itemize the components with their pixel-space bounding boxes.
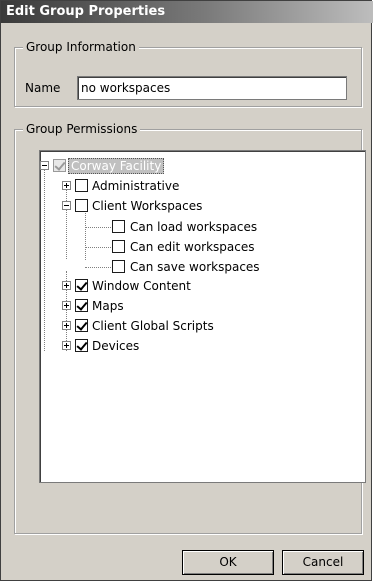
tree-guide-line (66, 185, 67, 259)
group-information-section: Group Information Name (14, 40, 362, 107)
collapse-icon[interactable] (62, 201, 71, 210)
tree-node-window-content[interactable]: Window Content (92, 279, 191, 293)
expand-icon[interactable] (62, 321, 71, 330)
tree-guide-line (44, 165, 45, 351)
maps-checkbox[interactable] (75, 299, 88, 312)
name-label: Name (25, 81, 61, 95)
expand-icon[interactable] (62, 341, 71, 350)
can-save-workspaces-checkbox[interactable] (112, 260, 125, 273)
expand-icon[interactable] (62, 181, 71, 190)
group-permissions-section: Group Permissions Corway Facility Admini… (14, 122, 366, 534)
tree-node-client-global-scripts[interactable]: Client Global Scripts (92, 319, 214, 333)
tree-node-corway-facility[interactable]: Corway Facility (68, 158, 165, 174)
tree-node-maps[interactable]: Maps (92, 299, 124, 313)
expand-icon[interactable] (62, 281, 71, 290)
cancel-button[interactable]: Cancel (282, 550, 364, 575)
expand-icon[interactable] (62, 301, 71, 310)
client-workspaces-checkbox[interactable] (75, 199, 88, 212)
edit-group-properties-dialog: Edit Group Properties Group Information … (0, 0, 373, 581)
root-checkbox[interactable] (53, 159, 66, 172)
tree-guide-line (85, 247, 111, 248)
tree-node-can-load-workspaces[interactable]: Can load workspaces (130, 220, 257, 234)
devices-checkbox[interactable] (75, 339, 88, 352)
tree-node-can-save-workspaces[interactable]: Can save workspaces (130, 260, 260, 274)
tree-node-can-edit-workspaces[interactable]: Can edit workspaces (130, 240, 255, 254)
tree-guide-line (85, 267, 111, 268)
tree-node-administrative[interactable]: Administrative (92, 179, 179, 193)
can-load-workspaces-checkbox[interactable] (112, 220, 125, 233)
group-permissions-legend: Group Permissions (23, 122, 141, 136)
window-content-checkbox[interactable] (75, 279, 88, 292)
group-information-legend: Group Information (23, 40, 139, 54)
administrative-checkbox[interactable] (75, 179, 88, 192)
tree-node-devices[interactable]: Devices (92, 339, 139, 353)
collapse-icon[interactable] (40, 161, 49, 170)
client-global-scripts-checkbox[interactable] (75, 319, 88, 332)
can-edit-workspaces-checkbox[interactable] (112, 240, 125, 253)
name-input[interactable] (77, 76, 347, 100)
tree-guide-line (85, 207, 86, 260)
tree-node-client-workspaces[interactable]: Client Workspaces (92, 199, 202, 213)
ok-button[interactable]: OK (182, 550, 274, 575)
tree-guide-line (85, 227, 111, 228)
permissions-tree[interactable]: Corway Facility Administrative Client Wo… (39, 150, 366, 483)
dialog-title: Edit Group Properties (1, 1, 373, 23)
